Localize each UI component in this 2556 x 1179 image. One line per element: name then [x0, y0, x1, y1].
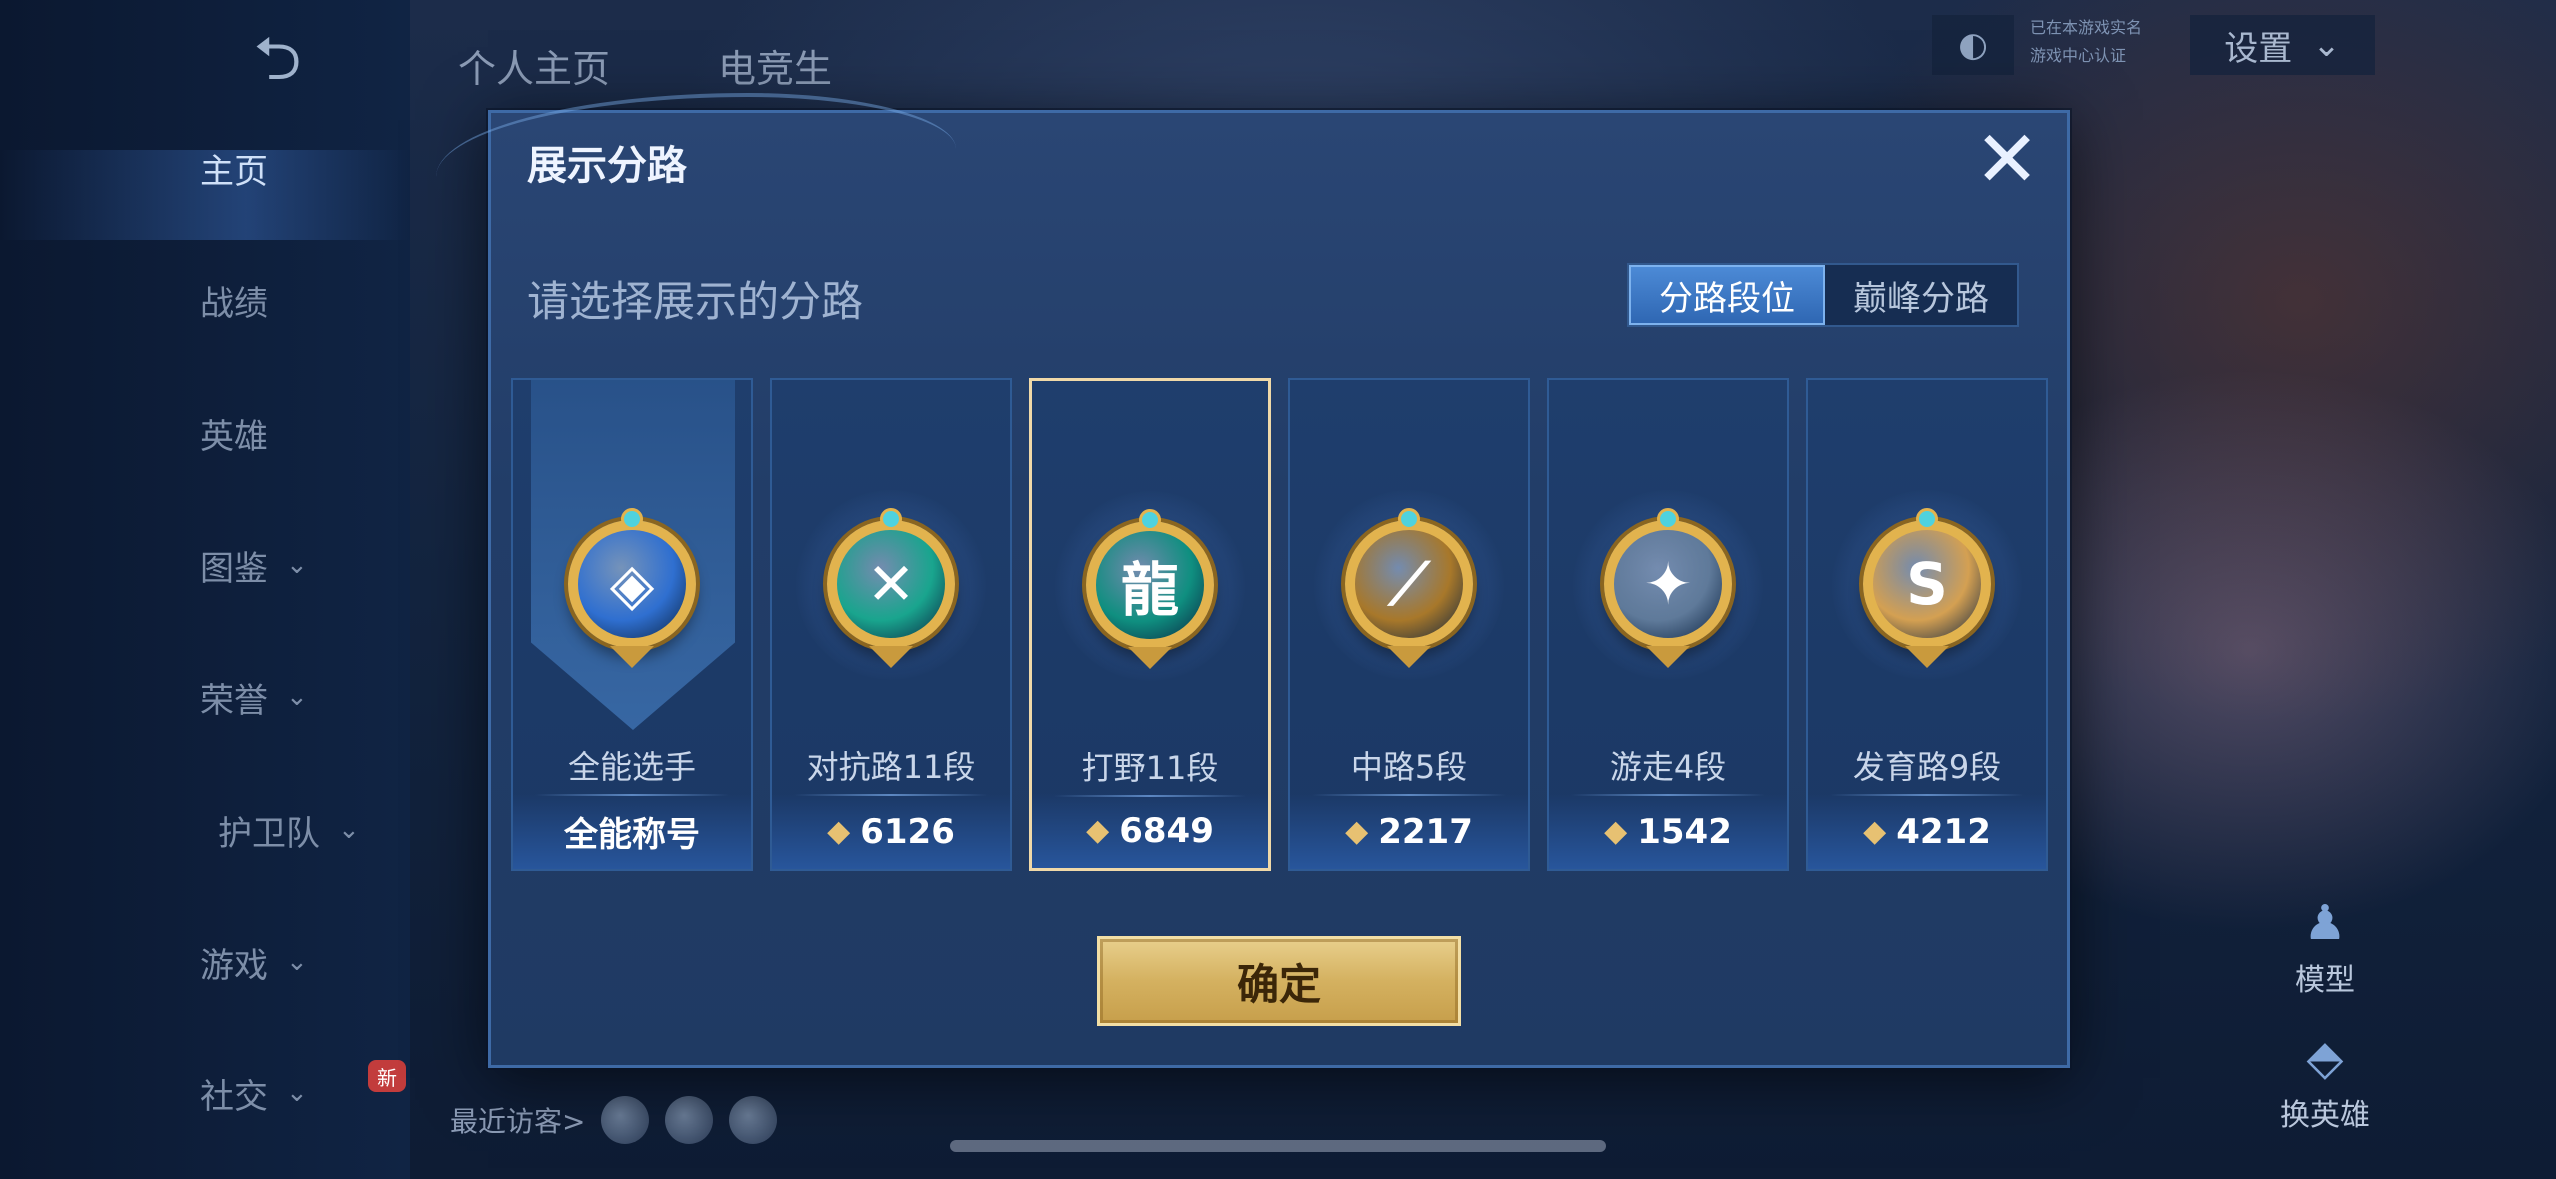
- home-indicator: [950, 1140, 1606, 1152]
- chevron-down-icon: ⌄: [338, 815, 360, 845]
- badge-gem-icon: [1657, 508, 1679, 530]
- score-mark-icon: ◆: [1345, 814, 1369, 849]
- visitor-avatar[interactable]: [729, 1096, 778, 1144]
- lane-card[interactable]: ◈ 全能选手全能称号: [511, 378, 753, 871]
- sidebar-item-7[interactable]: 社交 ⌄: [200, 1063, 390, 1123]
- lane-score: 6126: [860, 811, 955, 852]
- back-arrow-icon[interactable]: ⮌: [225, 29, 330, 89]
- card-footer: ◆ 6849: [1032, 793, 1268, 868]
- badge-gem-icon: [1916, 508, 1938, 530]
- chevron-down-icon: ⌄: [286, 682, 308, 712]
- lane-label: 发育路9段: [1852, 748, 2002, 786]
- lane-mode-toggle: 分路段位 巅峰分路: [1627, 263, 2019, 327]
- modal-subtitle: 请选择展示的分路: [527, 277, 864, 326]
- badge-gem-icon: [880, 508, 902, 530]
- tab-peak-lane[interactable]: 巅峰分路: [1825, 265, 2017, 325]
- lane-card-list: ◈ 全能选手全能称号 ✕ 对抗路11段 ◆ 6126 龍打野11段 ◆ 6849 ⟋ 中路5段 ◆ 22…: [511, 378, 2053, 871]
- sidebar-item-2[interactable]: 英雄: [200, 403, 390, 463]
- realname-status: 已在本游戏实名 游戏中心认证: [2030, 14, 2170, 74]
- chevron-down-icon: ⌄: [286, 1078, 308, 1108]
- lane-rank-badge-icon: 龍: [1086, 521, 1214, 649]
- confirm-button[interactable]: 确定: [1097, 936, 1461, 1026]
- visitor-avatar[interactable]: [601, 1096, 650, 1144]
- chevron-down-icon: ⌄: [286, 947, 308, 977]
- modal-title: 展示分路: [527, 143, 687, 189]
- sidebar-item-label: 社交: [200, 1076, 268, 1117]
- settings-button[interactable]: 设置 ⌄: [2190, 15, 2375, 75]
- sidebar-item-3[interactable]: 图鉴 ⌄: [200, 535, 390, 595]
- sidebar-item-label: 荣誉: [200, 680, 268, 721]
- lane-score: 2217: [1378, 811, 1473, 852]
- sidebar-item-label: 图鉴: [200, 548, 268, 589]
- score-mark-icon: ◆: [827, 814, 851, 849]
- lane-card[interactable]: 龍打野11段 ◆ 6849: [1029, 378, 1271, 871]
- lane-display-modal: 展示分路 ✕ 请选择展示的分路 分路段位 巅峰分路 ◈ 全能选手全能称号 ✕ 对抗路1…: [436, 93, 2070, 1068]
- lane-card[interactable]: ⟋ 中路5段 ◆ 2217: [1288, 378, 1530, 871]
- lane-label: 游走4段: [1609, 748, 1727, 786]
- title-label: 全能称号: [564, 815, 700, 855]
- close-icon[interactable]: ✕: [1971, 121, 2043, 199]
- card-footer: ◆ 2217: [1290, 794, 1528, 869]
- chevron-down-icon: ⌄: [2312, 25, 2341, 65]
- badge-gem-icon: [1139, 509, 1161, 531]
- sidebar-item-label: 主页: [200, 151, 268, 192]
- tab-esports[interactable]: 电竞生: [718, 38, 832, 93]
- lane-rank-badge-icon: ✕: [827, 520, 955, 648]
- sidebar-item-6[interactable]: 游戏 ⌄: [200, 932, 390, 992]
- score-mark-icon: ◆: [1604, 814, 1628, 849]
- tab-lane-rank[interactable]: 分路段位: [1629, 265, 1825, 325]
- sidebar-item-label: 战绩: [200, 283, 268, 324]
- card-footer: ◆ 4212: [1808, 794, 2046, 869]
- lane-card[interactable]: ✦ 游走4段 ◆ 1542: [1547, 378, 1789, 871]
- lane-rank-badge-icon: ⟋: [1345, 520, 1473, 648]
- card-footer: 全能称号: [513, 794, 751, 869]
- sidebar-item-5[interactable]: 护卫队 ⌄: [218, 800, 408, 860]
- lane-score: 1542: [1637, 811, 1732, 852]
- visitor-avatar[interactable]: [665, 1096, 714, 1144]
- card-footer: ◆ 6126: [772, 794, 1010, 869]
- lane-rank-badge-icon: S: [1863, 520, 1991, 648]
- lane-rank-badge-icon: ◈: [568, 520, 696, 648]
- score-mark-icon: ◆: [1086, 813, 1110, 848]
- score-mark-icon: ◆: [1863, 814, 1887, 849]
- lane-label: 对抗路11段: [806, 748, 976, 786]
- tab-profile[interactable]: 个人主页: [458, 38, 610, 93]
- sidebar-item-0[interactable]: 主页: [200, 138, 390, 198]
- sidebar-item-label: 英雄: [200, 416, 268, 457]
- sidebar-item-1[interactable]: 战绩: [200, 270, 390, 330]
- lane-label: 全能选手: [567, 748, 696, 786]
- model-button[interactable]: ♟ 模型: [2270, 895, 2380, 999]
- lane-card[interactable]: ✕ 对抗路11段 ◆ 6126: [770, 378, 1012, 871]
- card-footer: ◆ 1542: [1549, 794, 1787, 869]
- badge-gem-icon: [1398, 508, 1420, 530]
- lane-label: 打野11段: [1081, 749, 1219, 787]
- status-line-1: 已在本游戏实名: [2030, 18, 2143, 37]
- sidebar-item-label: 游戏: [200, 945, 268, 986]
- chevron-down-icon: ⌄: [286, 550, 308, 580]
- lane-label: 中路5段: [1350, 748, 1468, 786]
- recent-visitors-label: 最近访客>: [450, 1105, 586, 1138]
- sidebar: ⮌ 主页战绩英雄图鉴 ⌄ 荣誉 ⌄ 护卫队 ⌄ 游戏 ⌄ 社交 ⌄ 新: [0, 0, 410, 1179]
- decorative-swirl: [436, 93, 956, 233]
- lane-score: 6849: [1119, 810, 1214, 851]
- new-badge: 新: [368, 1060, 406, 1092]
- settings-label: 设置: [2224, 28, 2293, 69]
- sidebar-item-label: 护卫队: [218, 813, 320, 854]
- status-line-2: 游戏中心认证: [2030, 46, 2127, 65]
- badge-gem-icon: [621, 508, 643, 530]
- lane-score: 4212: [1896, 811, 1991, 852]
- lane-rank-badge-icon: ✦: [1604, 520, 1732, 648]
- sidebar-item-4[interactable]: 荣誉 ⌄: [200, 667, 390, 727]
- switch-hero-icon: ⬘: [2306, 1030, 2344, 1086]
- model-icon: ♟: [2303, 895, 2347, 951]
- qq-icon[interactable]: ◐: [1932, 15, 2014, 75]
- switch-hero-button[interactable]: ⬘ 换英雄: [2270, 1030, 2380, 1134]
- switch-hero-label: 换英雄: [2280, 1098, 2370, 1133]
- model-label: 模型: [2295, 963, 2355, 998]
- lane-card[interactable]: S 发育路9段 ◆ 4212: [1806, 378, 2048, 871]
- recent-visitors[interactable]: 最近访客>: [450, 1096, 778, 1144]
